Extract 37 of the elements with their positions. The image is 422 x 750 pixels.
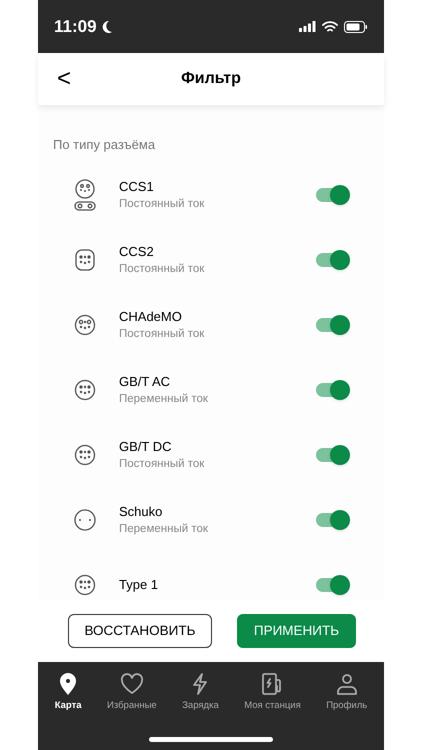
- plug-socket-icon: [72, 312, 98, 336]
- tab-item[interactable]: Зарядка: [180, 672, 221, 714]
- current-type: Переменный ток: [119, 522, 209, 536]
- signal-icon: [299, 21, 316, 32]
- connector-name: Type 1: [119, 576, 160, 594]
- tab-item[interactable]: Моя станция: [242, 672, 303, 714]
- connector-name: Schuko: [119, 502, 164, 520]
- plug-socket-icon: [72, 442, 98, 466]
- wifi-icon: [322, 20, 338, 32]
- current-type: Постоянный ток: [119, 262, 206, 276]
- current-type: Постоянный ток: [119, 196, 206, 212]
- plug-socket-icon: [72, 508, 98, 532]
- connector-name: GB/T AC: [119, 372, 172, 390]
- section-title: По типу разъёма: [52, 137, 156, 153]
- heart-icon: [118, 672, 145, 696]
- page-title: Фильтр: [181, 69, 241, 89]
- connector-name: CCS2: [119, 242, 155, 260]
- reset-button[interactable]: ВОССТАНОВИТЬ: [68, 614, 212, 648]
- person-icon: [334, 672, 359, 696]
- current-type: Переменный ток: [119, 392, 209, 406]
- current-type: Постоянный ток: [119, 326, 206, 342]
- back-button[interactable]: <: [52, 67, 76, 91]
- tab-item[interactable]: Избранные: [105, 672, 159, 714]
- plug-socket-icon: [72, 378, 98, 402]
- moon-icon: [100, 20, 113, 34]
- plug-socket-icon: [72, 178, 98, 212]
- connector-name: CHAdeMO: [119, 308, 183, 326]
- plug-socket-icon: [72, 572, 98, 596]
- battery-icon: [344, 20, 368, 32]
- lightning-icon: [191, 672, 210, 696]
- apply-button[interactable]: ПРИМЕНИТЬ: [237, 614, 356, 648]
- connector-name: GB/T DC: [119, 438, 172, 456]
- status-time: 11:09: [54, 16, 97, 38]
- tab-item[interactable]: Карта: [52, 672, 84, 714]
- current-type: Постоянный ток: [119, 456, 206, 472]
- connector-name: CCS1: [119, 178, 155, 196]
- tab-item[interactable]: Профиль: [324, 672, 370, 714]
